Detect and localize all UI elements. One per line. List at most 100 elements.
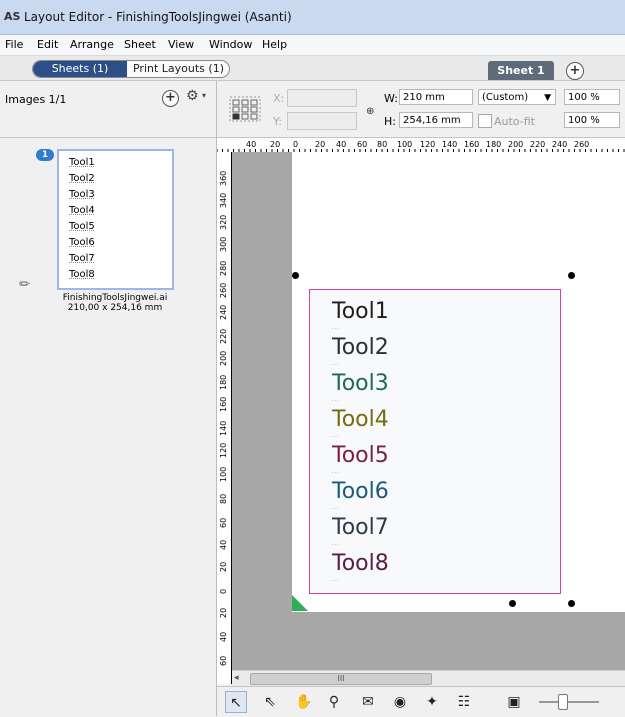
ruler-label: 240	[219, 304, 228, 320]
ruler-label: 280	[219, 260, 228, 276]
tab-print-layouts[interactable]: Print Layouts (1)	[128, 61, 229, 77]
scale-width-field[interactable]: 100 %	[564, 89, 620, 105]
chevron-down-icon[interactable]: ▾	[202, 91, 206, 100]
envelope-icon[interactable]: ✉	[357, 691, 379, 713]
artwork-tool-label: Tool3	[332, 371, 389, 396]
image-file-name: FinishingToolsJingwei.ai	[62, 293, 168, 303]
selection-handle[interactable]	[509, 600, 516, 607]
artwork-tool-label: Tool8	[332, 551, 389, 576]
artwork-tool-sub: ...	[332, 325, 340, 331]
tab-sheets[interactable]: Sheets (1)	[33, 61, 127, 77]
zoom-fit-icon[interactable]: ▣	[503, 691, 525, 713]
artwork-tool-label: Tool7	[332, 515, 389, 540]
artwork-tool-sub: ...	[332, 361, 340, 367]
zoom-slider-track[interactable]	[539, 701, 599, 703]
ruler-label: 60	[219, 517, 228, 528]
artwork-tool-label: Tool1	[332, 299, 389, 324]
view-switch: Sheets (1) Print Layouts (1)	[32, 60, 230, 78]
crosshair-icon[interactable]: ✦	[421, 691, 443, 713]
menu-view[interactable]: View	[168, 38, 194, 51]
width-field[interactable]: 210 mm	[399, 89, 473, 105]
ruler-label: 20	[219, 561, 228, 572]
thumb-label: Tool1	[69, 157, 95, 168]
horizontal-scrollbar[interactable]: ◂ III	[232, 670, 625, 686]
scale-height-field[interactable]: 100 %	[564, 112, 620, 128]
selection-handle[interactable]	[568, 272, 575, 279]
hand-icon[interactable]: ✋	[293, 691, 315, 713]
menu-arrange[interactable]: Arrange	[70, 38, 114, 51]
scroll-left-icon[interactable]: ◂	[234, 673, 239, 683]
images-count-label: Images 1/1	[5, 93, 67, 106]
ruler-label: 340	[219, 192, 228, 208]
add-sheet-button[interactable]: +	[566, 62, 584, 80]
gear-icon[interactable]: ⚙	[186, 88, 199, 104]
height-field[interactable]: 254,16 mm	[399, 112, 473, 128]
image-index-badge: 1	[36, 149, 54, 161]
selection-handle[interactable]	[568, 600, 575, 607]
app-logo-icon: AS	[4, 10, 21, 23]
select-arrow-icon[interactable]: ↖	[225, 691, 247, 713]
preset-value: (Custom)	[482, 92, 529, 103]
y-field	[287, 112, 357, 130]
ruler-label: 120	[219, 442, 228, 458]
artwork-tool-sub: ...	[332, 505, 340, 511]
vertical-ruler: 360 340 320 300 280 260 240 220 200 180 …	[217, 152, 232, 684]
artwork-tool-label: Tool2	[332, 335, 389, 360]
x-label: X:	[273, 92, 285, 105]
ruler-label: 260	[219, 282, 228, 298]
ruler-label: 360	[219, 170, 228, 186]
menu-file[interactable]: File	[5, 38, 23, 51]
artwork-tool-sub: ...	[332, 469, 340, 475]
zoom-icon[interactable]: ⚲	[323, 691, 345, 713]
link-icon[interactable]: ⊕	[366, 106, 374, 117]
ruler-label: 0	[219, 588, 228, 594]
artwork-tool-sub: ...	[332, 397, 340, 403]
ruler-label: 160	[219, 396, 228, 412]
artwork-image[interactable]: Tool1 Tool2 Tool3 Tool4 Tool5 Tool6 Tool…	[309, 289, 561, 594]
selection-handle[interactable]	[292, 272, 299, 279]
image-thumbnail[interactable]: Tool1 Tool2 Tool3 Tool4 Tool5 Tool6 Tool…	[57, 149, 174, 290]
ruler-label: 180	[219, 374, 228, 390]
horizontal-ruler: 40 20 0 20 40 60 80 100 120 140 160 180 …	[217, 138, 625, 153]
preset-dropdown[interactable]: (Custom) ▼	[478, 89, 556, 105]
menu-edit[interactable]: Edit	[37, 38, 58, 51]
ruler-label: 40	[219, 631, 228, 642]
height-label: H:	[384, 115, 396, 128]
thumb-label: Tool2	[69, 173, 95, 184]
layout-canvas[interactable]: Tool1 Tool2 Tool3 Tool4 Tool5 Tool6 Tool…	[232, 152, 625, 670]
menu-window[interactable]: Window	[209, 38, 252, 51]
sheet-corner-marker	[292, 595, 308, 611]
title-bar: AS Layout Editor - FinishingToolsJingwei…	[0, 0, 625, 35]
ruler-label: 100	[219, 466, 228, 482]
add-image-button[interactable]: +	[162, 90, 179, 107]
ruler-label: 20	[219, 607, 228, 618]
edit-pencil-icon[interactable]: ✎	[16, 275, 34, 293]
menu-sheet[interactable]: Sheet	[124, 38, 156, 51]
menu-help[interactable]: Help	[262, 38, 287, 51]
scrollbar-thumb[interactable]: III	[250, 673, 432, 685]
reference-point-icon[interactable]	[229, 96, 261, 122]
thumb-label: Tool6	[69, 237, 95, 248]
tabs-row: Sheets (1) Print Layouts (1) Sheet 1 +	[0, 56, 625, 81]
ruler-label: 320	[219, 214, 228, 230]
ruler-label: 200	[219, 350, 228, 366]
artwork-tool-label: Tool6	[332, 479, 389, 504]
direct-select-icon[interactable]: ⇖	[259, 691, 281, 713]
autofit-checkbox[interactable]	[478, 114, 492, 128]
y-label: Y:	[273, 115, 282, 128]
thumb-label: Tool5	[69, 221, 95, 232]
thumb-label: Tool4	[69, 205, 95, 216]
zoom-slider-knob[interactable]	[558, 694, 568, 710]
thumb-label: Tool3	[69, 189, 95, 200]
panel-divider	[0, 137, 216, 138]
width-label: W:	[384, 92, 398, 105]
artwork-tool-sub: ...	[332, 577, 340, 583]
eye-icon[interactable]: ◉	[389, 691, 411, 713]
artwork-tool-sub: ...	[332, 433, 340, 439]
sliders-icon[interactable]: ☷	[453, 691, 475, 713]
properties-toolbar: X: Y: W: 210 mm ⊕ H: 254,16 mm (Custom) …	[217, 81, 625, 138]
artwork-tool-sub: ...	[332, 541, 340, 547]
sheet-tab[interactable]: Sheet 1	[488, 61, 554, 80]
menu-bar: File Edit Arrange Sheet View Window Help	[0, 35, 625, 56]
chevron-down-icon: ▼	[544, 93, 551, 103]
